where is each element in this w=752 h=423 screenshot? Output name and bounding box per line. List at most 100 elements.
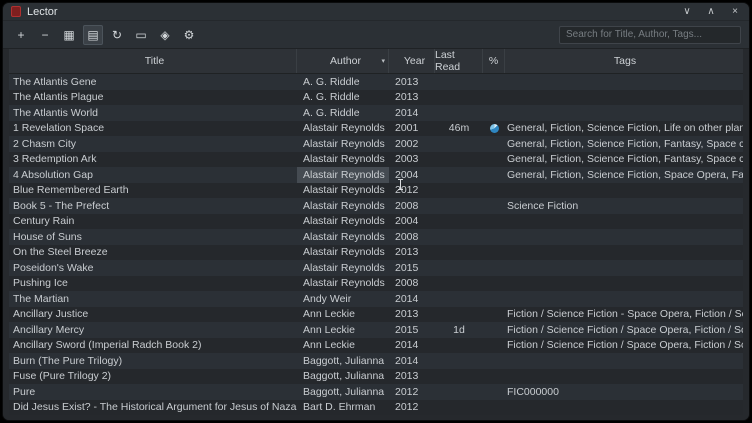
cell-title: Book 5 - The Prefect	[9, 198, 297, 214]
cell-tags: Science Fiction	[505, 198, 743, 214]
table-row[interactable]: The Atlantis PlagueA. G. Riddle2013	[9, 90, 743, 106]
table-row[interactable]: Ancillary Sword (Imperial Radch Book 2)A…	[9, 338, 743, 354]
cell-tags	[505, 245, 743, 261]
gear-icon: ⚙	[184, 28, 195, 42]
table-row[interactable]: Pushing IceAlastair Reynolds2008	[9, 276, 743, 292]
cell-percent	[483, 400, 505, 416]
cell-year: 2004	[389, 167, 435, 183]
search-input[interactable]	[559, 26, 741, 44]
settings-button[interactable]: ⚙	[179, 25, 199, 45]
cell-title: The Atlantis Plague	[9, 90, 297, 106]
column-header-title[interactable]: Title	[9, 49, 297, 73]
table-row[interactable]: Book 5 - The PrefectAlastair Reynolds200…	[9, 198, 743, 214]
cell-last-read	[435, 291, 483, 307]
table-row[interactable]: Ancillary MercyAnn Leckie20151dFiction /…	[9, 322, 743, 338]
cell-last-read	[435, 369, 483, 385]
cell-percent	[483, 198, 505, 214]
table-row[interactable]: Ancillary JusticeAnn Leckie2013Fiction /…	[9, 307, 743, 323]
table-row[interactable]: The MartianAndy Weir2014	[9, 291, 743, 307]
library-table: Title Author ▾ Year Last Read % Tags The …	[3, 49, 749, 420]
table-row[interactable]: Blue Remembered EarthAlastair Reynolds20…	[9, 183, 743, 199]
cell-last-read	[435, 74, 483, 90]
cell-last-read	[435, 229, 483, 245]
cell-last-read	[435, 338, 483, 354]
cell-year: 2015	[389, 260, 435, 276]
cell-percent	[483, 167, 505, 183]
table-row[interactable]: House of SunsAlastair Reynolds2008	[9, 229, 743, 245]
cell-year: 2012	[389, 384, 435, 400]
table-row[interactable]: Poseidon's WakeAlastair Reynolds2015	[9, 260, 743, 276]
cell-tags	[505, 183, 743, 199]
table-row[interactable]: The Atlantis GeneA. G. Riddle2013	[9, 74, 743, 90]
cell-author: Ann Leckie	[297, 307, 389, 323]
cell-year: 2008	[389, 198, 435, 214]
cell-last-read	[435, 214, 483, 230]
table-row[interactable]: 4 Absolution GapAlastair Reynolds2004Gen…	[9, 167, 743, 183]
cell-title: The Martian	[9, 291, 297, 307]
cell-percent	[483, 369, 505, 385]
table-row[interactable]: The Atlantis WorldA. G. Riddle2014	[9, 105, 743, 121]
flame-button[interactable]: ◈	[155, 25, 175, 45]
table-row[interactable]: PureBaggott, Julianna2012FIC000000	[9, 384, 743, 400]
refresh-icon: ↻	[112, 28, 122, 42]
table-row[interactable]: Burn (The Pure Trilogy)Baggott, Julianna…	[9, 353, 743, 369]
cell-author: Bart D. Ehrman	[297, 400, 389, 416]
cell-percent	[483, 276, 505, 292]
cover-view-button[interactable]: ▦	[59, 25, 79, 45]
add-book-button[interactable]: +	[11, 25, 31, 45]
flame-icon: ◈	[160, 28, 169, 42]
cell-author: Ann Leckie	[297, 322, 389, 338]
cell-year: 2013	[389, 369, 435, 385]
titlebar[interactable]: Lector ∨ ∧ ×	[3, 3, 749, 21]
cell-percent	[483, 214, 505, 230]
minimize-button[interactable]: ∨	[681, 5, 693, 19]
cell-author: Baggott, Julianna	[297, 384, 389, 400]
table-row[interactable]: 3 Redemption ArkAlastair Reynolds2003Gen…	[9, 152, 743, 168]
table-row[interactable]: Did Jesus Exist? - The Historical Argume…	[9, 400, 743, 416]
table-row[interactable]: Century RainAlastair Reynolds2004	[9, 214, 743, 230]
cell-percent	[483, 245, 505, 261]
remove-book-button[interactable]: −	[35, 25, 55, 45]
column-header-tags[interactable]: Tags	[505, 49, 743, 73]
cell-tags: Fiction / Science Fiction - Space Opera,…	[505, 307, 743, 323]
cell-year: 2015	[389, 322, 435, 338]
cell-year: 2004	[389, 214, 435, 230]
cell-title: Did Jesus Exist? - The Historical Argume…	[9, 400, 297, 416]
column-header-author-label: Author	[330, 55, 361, 67]
app-icon	[11, 6, 21, 17]
cell-year: 2013	[389, 74, 435, 90]
column-header-author[interactable]: Author ▾	[297, 49, 389, 73]
close-button[interactable]: ×	[729, 5, 741, 19]
minus-icon: −	[41, 28, 48, 42]
cell-author: A. G. Riddle	[297, 90, 389, 106]
table-row[interactable]: On the Steel BreezeAlastair Reynolds2013	[9, 245, 743, 261]
table-row[interactable]: 1 Revelation SpaceAlastair Reynolds20014…	[9, 121, 743, 137]
cell-last-read	[435, 307, 483, 323]
cell-title: 1 Revelation Space	[9, 121, 297, 137]
cell-tags	[505, 369, 743, 385]
cell-author: Alastair Reynolds	[297, 152, 389, 168]
column-header-year[interactable]: Year	[389, 49, 435, 73]
table-row[interactable]: Fuse (Pure Trilogy 2)Baggott, Julianna20…	[9, 369, 743, 385]
cell-title: 2 Chasm City	[9, 136, 297, 152]
cell-tags	[505, 90, 743, 106]
cell-author: Alastair Reynolds	[297, 229, 389, 245]
column-header-percent[interactable]: %	[483, 49, 505, 73]
monitor-icon: ▭	[135, 28, 146, 42]
cell-percent	[483, 136, 505, 152]
cell-last-read	[435, 167, 483, 183]
cell-title: 3 Redemption Ark	[9, 152, 297, 168]
plus-icon: +	[17, 28, 24, 42]
cell-last-read	[435, 245, 483, 261]
cell-author: Alastair Reynolds	[297, 260, 389, 276]
sort-indicator-icon[interactable]: ▾	[381, 57, 385, 65]
table-row[interactable]: 2 Chasm CityAlastair Reynolds2002General…	[9, 136, 743, 152]
reload-library-button[interactable]: ↻	[107, 25, 127, 45]
maximize-button[interactable]: ∧	[705, 5, 717, 19]
cell-title: Ancillary Sword (Imperial Radch Book 2)	[9, 338, 297, 354]
window-title: Lector	[27, 6, 58, 18]
table-view-button[interactable]: ▤	[83, 25, 103, 45]
cell-tags	[505, 74, 743, 90]
monitor-button[interactable]: ▭	[131, 25, 151, 45]
column-header-last-read[interactable]: Last Read	[435, 49, 483, 73]
